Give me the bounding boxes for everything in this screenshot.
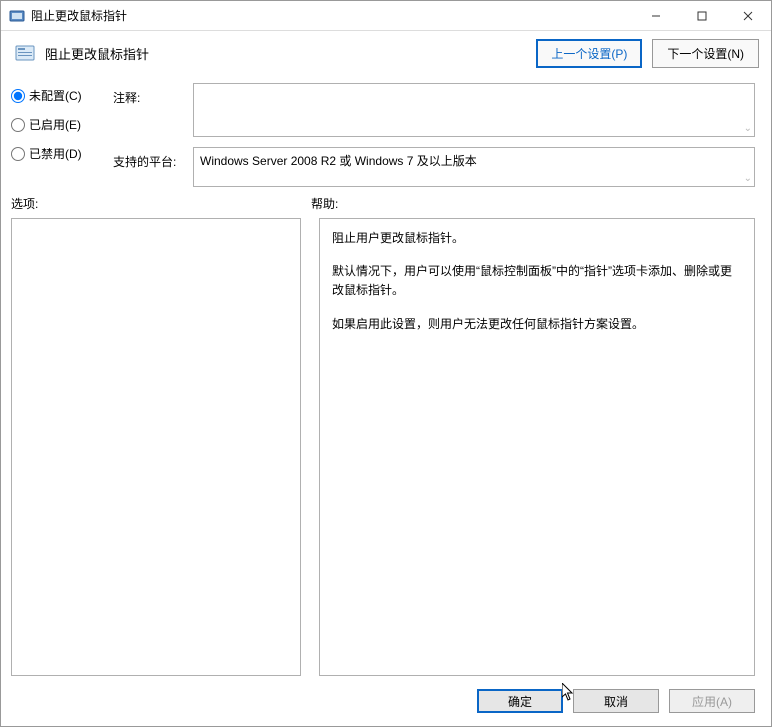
scroll-indicator-icon: ⌄ bbox=[744, 124, 752, 134]
radio-disabled[interactable]: 已禁用(D) bbox=[11, 145, 107, 162]
next-setting-button[interactable]: 下一个设置(N) bbox=[652, 39, 759, 68]
prev-setting-button[interactable]: 上一个设置(P) bbox=[536, 39, 642, 68]
nav-buttons: 上一个设置(P) 下一个设置(N) bbox=[536, 39, 759, 68]
gpo-editor-dialog: 阻止更改鼠标指针 阻止更改鼠标指针 上一个设置(P) 下一个 bbox=[0, 0, 772, 727]
setting-header: 阻止更改鼠标指针 上一个设置(P) 下一个设置(N) bbox=[1, 31, 771, 75]
platform-value: Windows Server 2008 R2 或 Windows 7 及以上版本 bbox=[200, 154, 477, 168]
fields-column: 注释: ⌄ 支持的平台: Windows Server 2008 R2 或 Wi… bbox=[113, 83, 755, 187]
radio-not-configured-label: 未配置(C) bbox=[29, 87, 82, 104]
platform-row: 支持的平台: Windows Server 2008 R2 或 Windows … bbox=[113, 147, 755, 187]
lower-section: 选项: 帮助: 阻止用户更改鼠标指针。 默认情况下，用户可以使用“鼠标控制面板”… bbox=[1, 195, 771, 676]
app-icon bbox=[9, 8, 25, 24]
radio-enabled[interactable]: 已启用(E) bbox=[11, 116, 107, 133]
help-pane[interactable]: 阻止用户更改鼠标指针。 默认情况下，用户可以使用“鼠标控制面板”中的“指针”选项… bbox=[319, 218, 755, 676]
lower-labels: 选项: 帮助: bbox=[11, 195, 755, 212]
comment-row: 注释: ⌄ bbox=[113, 83, 755, 137]
ok-button[interactable]: 确定 bbox=[477, 689, 563, 713]
comment-textbox[interactable]: ⌄ bbox=[193, 83, 755, 137]
lower-panes: 阻止用户更改鼠标指针。 默认情况下，用户可以使用“鼠标控制面板”中的“指针”选项… bbox=[11, 218, 755, 676]
platform-textbox: Windows Server 2008 R2 或 Windows 7 及以上版本… bbox=[193, 147, 755, 187]
titlebar: 阻止更改鼠标指针 bbox=[1, 1, 771, 31]
help-label: 帮助: bbox=[311, 195, 338, 212]
window-buttons bbox=[633, 1, 771, 31]
state-radios: 未配置(C) 已启用(E) 已禁用(D) bbox=[11, 83, 107, 187]
help-paragraph-2: 默认情况下，用户可以使用“鼠标控制面板”中的“指针”选项卡添加、删除或更改鼠标指… bbox=[332, 262, 742, 300]
comment-label: 注释: bbox=[113, 83, 185, 106]
options-pane[interactable] bbox=[11, 218, 301, 676]
radio-enabled-input[interactable] bbox=[11, 118, 25, 132]
policy-icon bbox=[13, 41, 37, 65]
upper-section: 未配置(C) 已启用(E) 已禁用(D) 注释: ⌄ 支持的平台: bbox=[1, 75, 771, 195]
maximize-button[interactable] bbox=[679, 1, 725, 31]
help-paragraph-3: 如果启用此设置，则用户无法更改任何鼠标指针方案设置。 bbox=[332, 315, 742, 334]
window-title: 阻止更改鼠标指针 bbox=[31, 7, 633, 24]
dialog-footer: 确定 取消 应用(A) bbox=[1, 676, 771, 726]
radio-not-configured[interactable]: 未配置(C) bbox=[11, 87, 107, 104]
options-label: 选项: bbox=[11, 195, 311, 212]
radio-enabled-label: 已启用(E) bbox=[29, 116, 81, 133]
radio-disabled-input[interactable] bbox=[11, 147, 25, 161]
radio-not-configured-input[interactable] bbox=[11, 89, 25, 103]
close-button[interactable] bbox=[725, 1, 771, 31]
cancel-button[interactable]: 取消 bbox=[573, 689, 659, 713]
platform-label: 支持的平台: bbox=[113, 147, 185, 170]
radio-disabled-label: 已禁用(D) bbox=[29, 145, 82, 162]
minimize-button[interactable] bbox=[633, 1, 679, 31]
help-paragraph-1: 阻止用户更改鼠标指针。 bbox=[332, 229, 742, 248]
apply-button[interactable]: 应用(A) bbox=[669, 689, 755, 713]
scroll-indicator-icon: ⌄ bbox=[744, 174, 752, 184]
setting-title: 阻止更改鼠标指针 bbox=[45, 44, 149, 63]
